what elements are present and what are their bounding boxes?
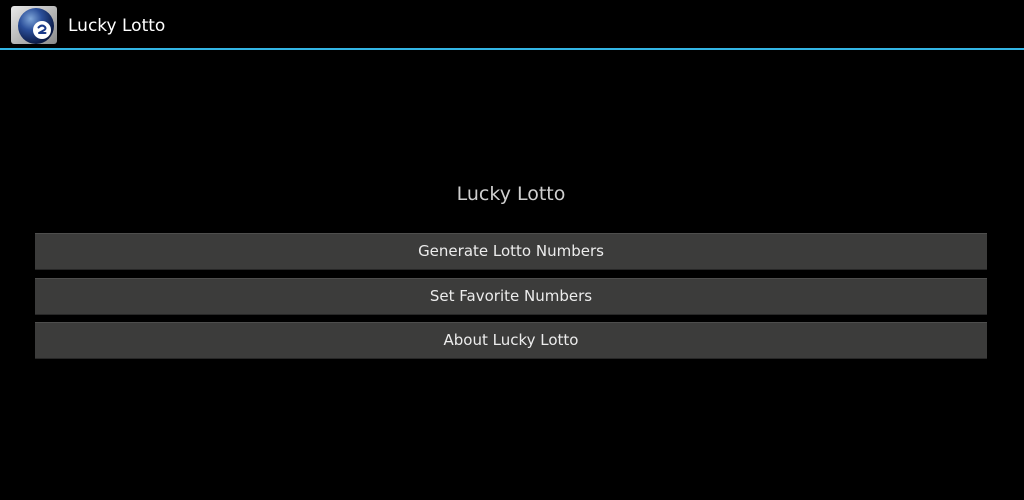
about-lucky-lotto-button[interactable]: About Lucky Lotto	[35, 322, 987, 359]
lotto-ball-icon[interactable]	[10, 5, 58, 45]
action-bar: Lucky Lotto	[0, 0, 1024, 50]
generate-lotto-numbers-button[interactable]: Generate Lotto Numbers	[35, 233, 987, 270]
page-heading: Lucky Lotto	[456, 183, 566, 205]
main-content: Lucky Lotto Generate Lotto Numbers Set F…	[0, 52, 1024, 500]
set-favorite-numbers-button[interactable]: Set Favorite Numbers	[35, 278, 987, 315]
app-title: Lucky Lotto	[68, 16, 166, 36]
